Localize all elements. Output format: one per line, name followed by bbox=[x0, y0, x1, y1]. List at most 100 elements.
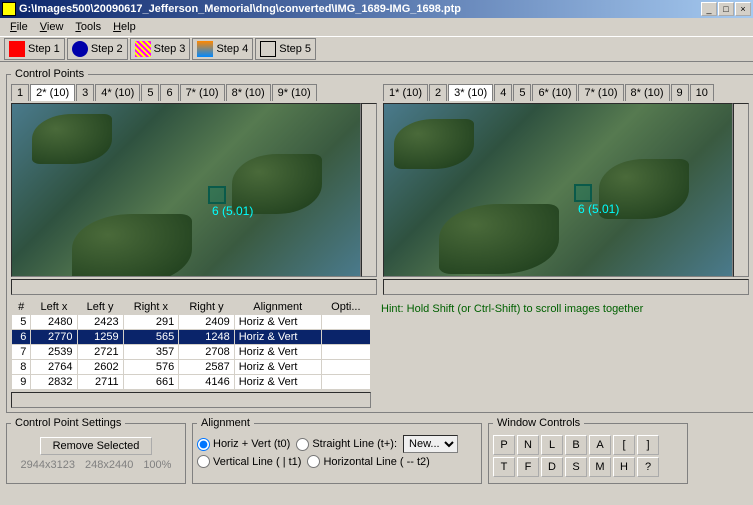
align-sl-radio[interactable] bbox=[296, 438, 309, 451]
left-image-wrap: 12* (10)34* (10)567* (10)8* (10)9* (10) … bbox=[11, 84, 377, 295]
menu-bar: File View Tools Help bbox=[0, 18, 753, 36]
left-cp-marker[interactable] bbox=[208, 186, 226, 204]
wc-H[interactable]: H bbox=[613, 457, 635, 477]
right-hscroll[interactable] bbox=[383, 279, 749, 295]
right-cp-marker[interactable] bbox=[574, 184, 592, 202]
align-vl[interactable]: Vertical Line ( | t1) bbox=[197, 455, 301, 468]
tab-110[interactable]: 1* (10) bbox=[383, 84, 428, 101]
table-row[interactable]: 8276426025762587Horiz & Vert bbox=[12, 360, 371, 375]
step1-icon bbox=[9, 41, 25, 57]
tab-710[interactable]: 7* (10) bbox=[180, 84, 225, 101]
right-vscroll[interactable] bbox=[733, 103, 749, 277]
wc-M[interactable]: M bbox=[589, 457, 611, 477]
tab-1[interactable]: 1 bbox=[11, 84, 29, 101]
align-hl-radio[interactable] bbox=[307, 455, 320, 468]
tab-810[interactable]: 8* (10) bbox=[226, 84, 271, 101]
tab-2[interactable]: 2 bbox=[429, 84, 447, 101]
menu-file[interactable]: File bbox=[4, 20, 34, 34]
wc-L[interactable]: L bbox=[541, 435, 563, 455]
wc-x[interactable]: ] bbox=[637, 435, 659, 455]
cp-settings-legend: Control Point Settings bbox=[11, 417, 125, 429]
wc-N[interactable]: N bbox=[517, 435, 539, 455]
table-row[interactable]: 6277012595651248Horiz & Vert bbox=[12, 330, 371, 345]
table-row[interactable]: 5248024232912409Horiz & Vert bbox=[12, 315, 371, 330]
col-Lefty[interactable]: Left y bbox=[77, 300, 123, 315]
wc-T[interactable]: T bbox=[493, 457, 515, 477]
col-Opti[interactable]: Opti... bbox=[321, 300, 370, 315]
wc-S[interactable]: S bbox=[565, 457, 587, 477]
align-hv[interactable]: Horiz + Vert (t0) bbox=[197, 438, 290, 451]
step-3-button[interactable]: Step 3 bbox=[130, 38, 191, 60]
tab-4[interactable]: 4 bbox=[494, 84, 512, 101]
tab-410[interactable]: 4* (10) bbox=[95, 84, 140, 101]
tab-310[interactable]: 3* (10) bbox=[448, 84, 493, 101]
cp-table[interactable]: #Left xLeft yRight xRight yAlignmentOpti… bbox=[11, 299, 371, 390]
wc-P[interactable]: P bbox=[493, 435, 515, 455]
minimize-button[interactable]: _ bbox=[701, 2, 717, 16]
window-controls-legend: Window Controls bbox=[493, 417, 584, 429]
maximize-button[interactable]: □ bbox=[718, 2, 734, 16]
align-hl[interactable]: Horizontal Line ( -- t2) bbox=[307, 455, 429, 468]
tab-610[interactable]: 6* (10) bbox=[532, 84, 577, 101]
alignment-legend: Alignment bbox=[197, 417, 254, 429]
menu-tools[interactable]: Tools bbox=[69, 20, 107, 34]
wc-B[interactable]: B bbox=[565, 435, 587, 455]
tab-3[interactable]: 3 bbox=[76, 84, 94, 101]
wc-D[interactable]: D bbox=[541, 457, 563, 477]
dim-left: 2944x3123 bbox=[21, 459, 75, 471]
tab-9[interactable]: 9 bbox=[671, 84, 689, 101]
straight-line-select[interactable]: New... bbox=[403, 435, 458, 453]
step3-icon bbox=[135, 41, 151, 57]
col-[interactable]: # bbox=[12, 300, 31, 315]
wc-F[interactable]: F bbox=[517, 457, 539, 477]
step2-icon bbox=[72, 41, 88, 57]
window-buttons: _ □ × bbox=[701, 2, 751, 16]
step-5-button[interactable]: Step 5 bbox=[255, 38, 316, 60]
align-sl[interactable]: Straight Line (t+): bbox=[296, 438, 397, 451]
tab-910[interactable]: 9* (10) bbox=[272, 84, 317, 101]
col-Righty[interactable]: Right y bbox=[179, 300, 235, 315]
close-button[interactable]: × bbox=[735, 2, 751, 16]
tab-6[interactable]: 6 bbox=[160, 84, 178, 101]
left-hscroll[interactable] bbox=[11, 279, 377, 295]
tab-5[interactable]: 5 bbox=[513, 84, 531, 101]
col-Rightx[interactable]: Right x bbox=[123, 300, 179, 315]
menu-view[interactable]: View bbox=[34, 20, 70, 34]
remove-selected-button[interactable]: Remove Selected bbox=[40, 437, 153, 455]
table-row[interactable]: 9283227116614146Horiz & Vert bbox=[12, 375, 371, 390]
right-image-pane[interactable]: 6 (5.01) bbox=[383, 103, 733, 277]
zoom-level: 100% bbox=[143, 459, 171, 471]
left-image-pane[interactable]: 6 (5.01) bbox=[11, 103, 361, 277]
tab-10[interactable]: 10 bbox=[690, 84, 714, 101]
step-2-button[interactable]: Step 2 bbox=[67, 38, 128, 60]
wc-x[interactable]: [ bbox=[613, 435, 635, 455]
step5-icon bbox=[260, 41, 276, 57]
step4-icon bbox=[197, 41, 213, 57]
col-Leftx[interactable]: Left x bbox=[31, 300, 77, 315]
wc-x[interactable]: ? bbox=[637, 457, 659, 477]
tab-5[interactable]: 5 bbox=[141, 84, 159, 101]
tab-210[interactable]: 2* (10) bbox=[30, 84, 75, 101]
table-row[interactable]: 7253927213572708Horiz & Vert bbox=[12, 345, 371, 360]
title-bar: G:\Images500\20090617_Jefferson_Memorial… bbox=[0, 0, 753, 18]
align-vl-radio[interactable] bbox=[197, 455, 210, 468]
control-points-fieldset: Control Points 12* (10)34* (10)567* (10)… bbox=[6, 68, 753, 413]
align-hv-radio[interactable] bbox=[197, 438, 210, 451]
left-cp-label: 6 (5.01) bbox=[212, 204, 253, 218]
tab-810[interactable]: 8* (10) bbox=[625, 84, 670, 101]
hint-text: Hint: Hold Shift (or Ctrl-Shift) to scro… bbox=[377, 299, 647, 408]
tab-710[interactable]: 7* (10) bbox=[578, 84, 623, 101]
window-controls-fieldset: Window Controls PNLBA[] TFDSMH? bbox=[488, 417, 688, 484]
control-points-legend: Control Points bbox=[11, 68, 88, 80]
toolbar: Step 1 Step 2 Step 3 Step 4 Step 5 bbox=[0, 36, 753, 62]
cp-settings-fieldset: Control Point Settings Remove Selected 2… bbox=[6, 417, 186, 484]
step-4-button[interactable]: Step 4 bbox=[192, 38, 253, 60]
right-image-wrap: 1* (10)23* (10)456* (10)7* (10)8* (10)91… bbox=[383, 84, 749, 295]
app-icon bbox=[2, 2, 16, 16]
step-1-button[interactable]: Step 1 bbox=[4, 38, 65, 60]
col-Alignment[interactable]: Alignment bbox=[234, 300, 321, 315]
table-hscroll[interactable] bbox=[11, 392, 371, 408]
menu-help[interactable]: Help bbox=[107, 20, 142, 34]
left-vscroll[interactable] bbox=[361, 103, 377, 277]
wc-A[interactable]: A bbox=[589, 435, 611, 455]
